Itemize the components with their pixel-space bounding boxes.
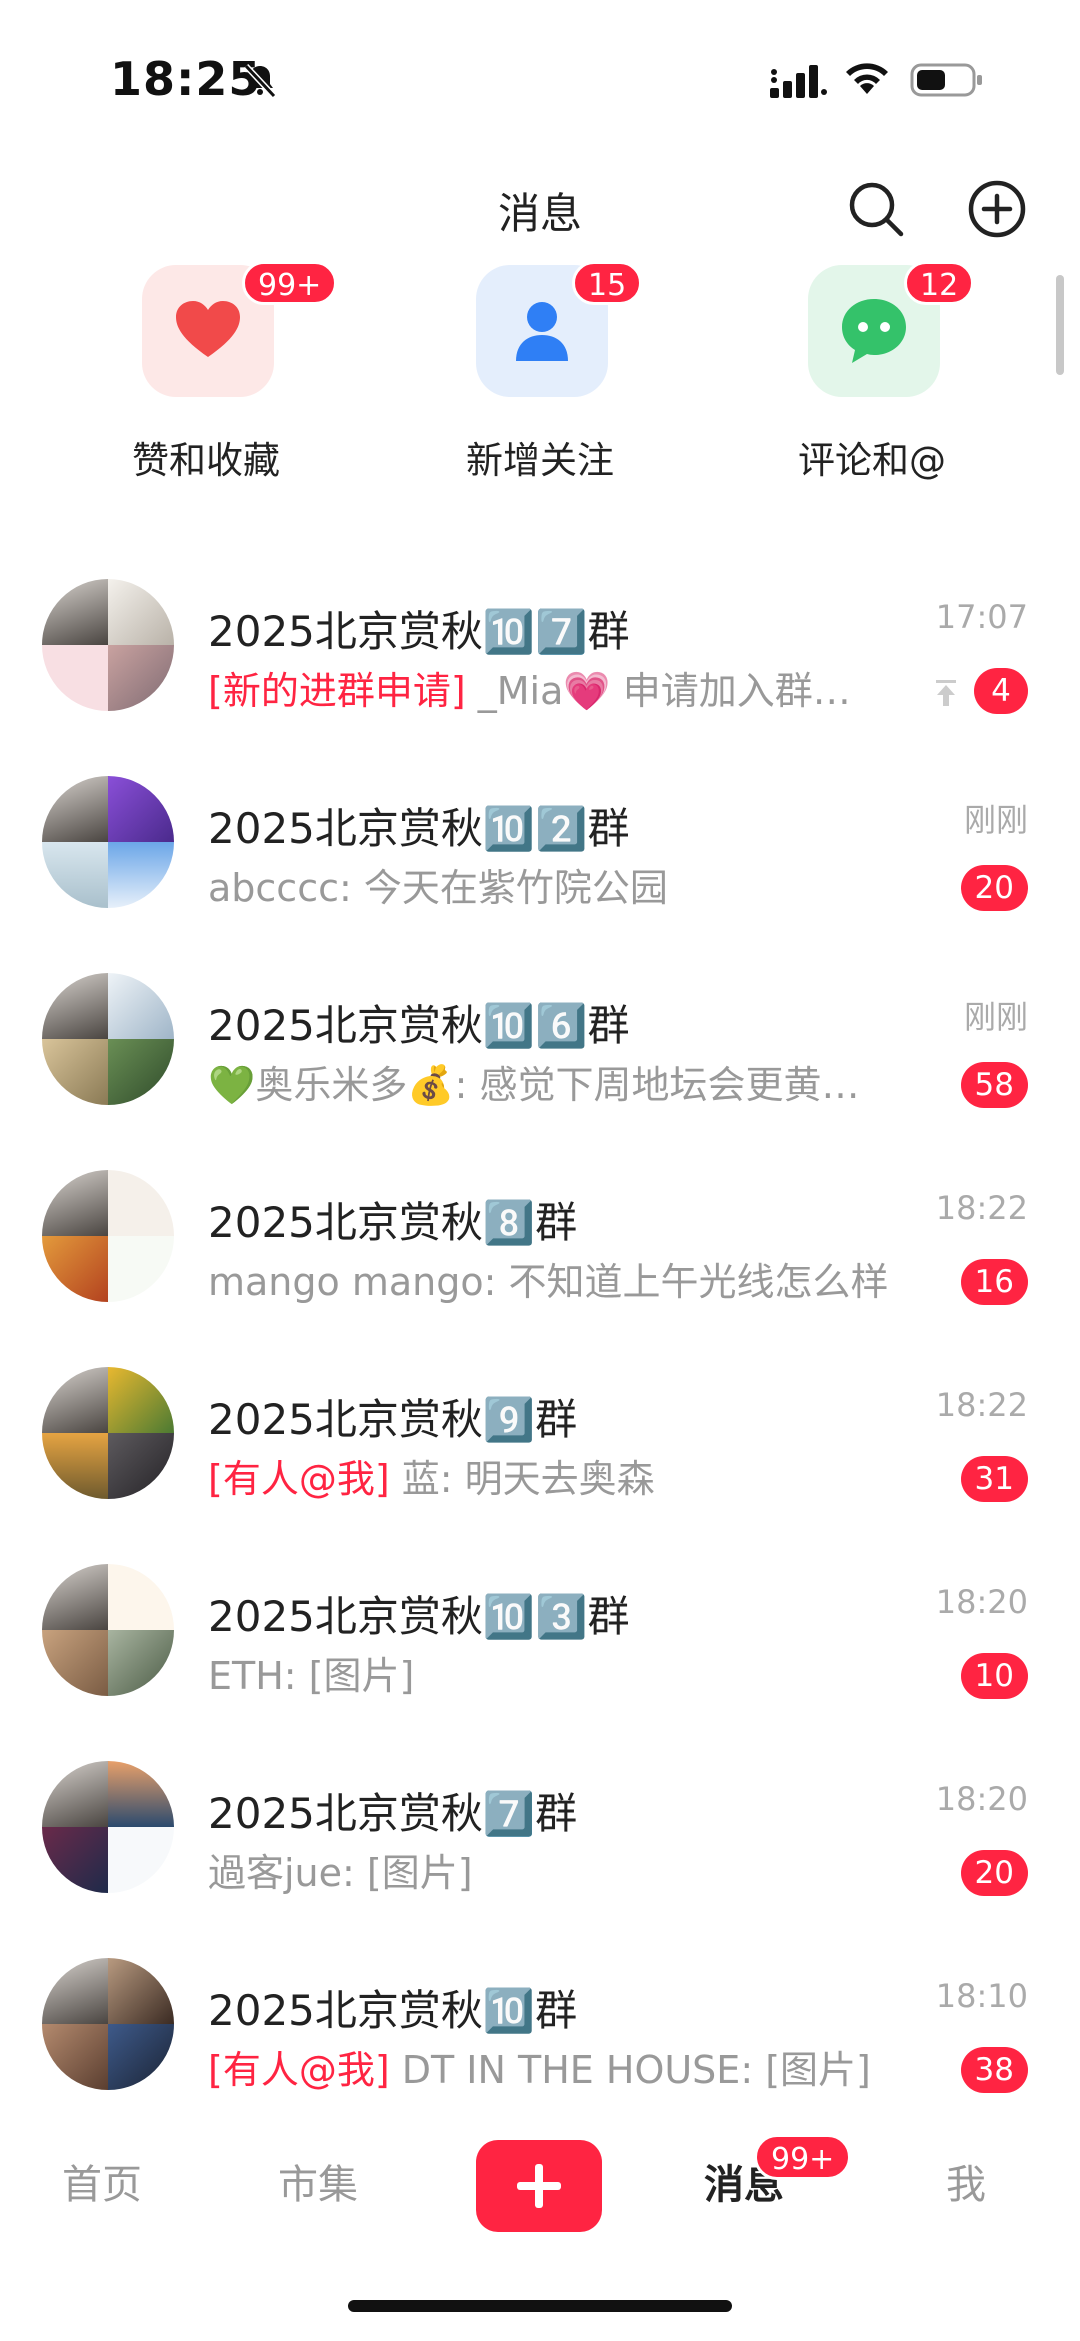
status-bar: 18:25 — [0, 0, 1080, 150]
conversation-row[interactable]: 2025北京赏秋🔟3️⃣群 ETH: [图片] 18:20 10 — [0, 1541, 1080, 1738]
conversation-preview-text: 蓝: 明天去奥森 — [401, 1457, 655, 1501]
group-avatar — [42, 1170, 174, 1302]
unread-badge: 4 — [974, 668, 1028, 714]
conversation-preview-text: 💚奥乐米多💰: 感觉下周地坛会更黄… — [208, 1063, 860, 1107]
bottom-tab-bar: 首页 市集 消息 99+ 我 — [0, 2110, 1080, 2250]
home-indicator — [348, 2300, 732, 2312]
group-avatar — [42, 1761, 174, 1893]
likes-label: 赞和收藏 — [132, 439, 280, 482]
conversation-row[interactable]: 2025北京赏秋🔟7️⃣群 [新的进群申请] _Mia💗 申请加入群… 17:0… — [0, 556, 1080, 753]
conversation-time: 18:22 — [935, 1189, 1028, 1227]
conversation-time: 18:10 — [935, 1977, 1028, 2015]
conversation-preview: 過客jue: [图片] — [208, 1842, 928, 1897]
tab-home[interactable]: 首页 — [62, 2152, 142, 2210]
comments-label: 评论和@ — [798, 439, 946, 482]
status-time: 18:25 — [110, 52, 262, 106]
conversation-time: 18:22 — [935, 1386, 1028, 1424]
page-title: 消息 — [497, 189, 582, 238]
unread-badge: 16 — [960, 1259, 1028, 1305]
conversation-time: 刚刚 — [963, 801, 1028, 839]
conversation-row[interactable]: 2025北京赏秋8️⃣群 mango mango: 不知道上午光线怎么样 18:… — [0, 1147, 1080, 1344]
conversation-title: 2025北京赏秋🔟群 — [208, 1986, 578, 2035]
conversation-row[interactable]: 2025北京赏秋🔟2️⃣群 abcccc: 今天在紫竹院公园 刚刚 20 — [0, 753, 1080, 950]
conversation-time: 18:20 — [935, 1780, 1028, 1818]
conversation-time: 18:20 — [935, 1583, 1028, 1621]
bell-muted-icon — [243, 63, 277, 99]
conversation-row[interactable]: 2025北京赏秋9️⃣群 [有人@我] 蓝: 明天去奥森 18:22 31 — [0, 1344, 1080, 1541]
person-icon — [516, 302, 568, 361]
conversation-preview-text: _Mia💗 申请加入群… — [477, 669, 851, 713]
unread-badge: 31 — [960, 1456, 1028, 1502]
conversation-preview: [有人@我] 蓝: 明天去奥森 — [208, 1448, 928, 1503]
group-avatar — [42, 776, 174, 908]
conversation-title: 2025北京赏秋9️⃣群 — [208, 1395, 578, 1444]
conversation-time: 刚刚 — [963, 998, 1028, 1036]
scrollbar[interactable] — [1056, 275, 1064, 375]
group-avatar — [42, 1958, 174, 2090]
quick-entry-likes[interactable]: 99+ 赞和收藏 — [86, 261, 338, 495]
conversation-title: 2025北京赏秋7️⃣群 — [208, 1789, 578, 1838]
heart-icon — [176, 301, 240, 357]
conversation-preview: 💚奥乐米多💰: 感觉下周地坛会更黄… — [208, 1054, 928, 1109]
conversation-preview-text: ETH: [图片] — [208, 1654, 415, 1698]
group-avatar — [42, 973, 174, 1105]
search-icon[interactable] — [845, 178, 907, 240]
conversation-preview: abcccc: 今天在紫竹院公园 — [208, 857, 928, 912]
messages-tab-badge: 99+ — [754, 2134, 852, 2180]
comments-badge: 12 — [904, 261, 975, 305]
conversation-title: 2025北京赏秋🔟3️⃣群 — [208, 1592, 630, 1641]
unread-badge: 20 — [960, 1850, 1028, 1896]
conversation-row[interactable]: 2025北京赏秋7️⃣群 過客jue: [图片] 18:20 20 — [0, 1738, 1080, 1935]
cellular-signal-icon — [770, 65, 827, 98]
conversation-row[interactable]: 2025北京赏秋🔟6️⃣群 💚奥乐米多💰: 感觉下周地坛会更黄… 刚刚 58 — [0, 950, 1080, 1147]
pin-top-icon — [936, 680, 956, 706]
conversation-tag: [新的进群申请] — [208, 669, 466, 713]
conversation-preview: mango mango: 不知道上午光线怎么样 — [208, 1251, 928, 1306]
conversation-preview-text: mango mango: 不知道上午光线怎么样 — [208, 1260, 889, 1304]
conversation-tag: [有人@我] — [208, 1457, 390, 1501]
unread-badge: 58 — [960, 1062, 1028, 1108]
conversation-tag: [有人@我] — [208, 2048, 390, 2092]
quick-entry-comments[interactable]: 12 评论和@ — [752, 261, 992, 495]
conversation-preview: [有人@我] DT IN THE HOUSE: [图片] — [208, 2039, 928, 2094]
unread-badge: 20 — [960, 865, 1028, 911]
create-post-button[interactable] — [476, 2140, 602, 2232]
add-circle-icon[interactable] — [966, 178, 1028, 240]
chat-bubble-icon — [842, 299, 906, 363]
conversation-row[interactable]: 2025北京赏秋🔟群 [有人@我] DT IN THE HOUSE: [图片] … — [0, 1935, 1080, 2132]
quick-entry-followers[interactable]: 15 新增关注 — [420, 261, 660, 495]
conversation-title: 2025北京赏秋8️⃣群 — [208, 1198, 578, 1247]
battery-icon — [910, 63, 982, 97]
group-avatar — [42, 579, 174, 711]
tab-market[interactable]: 市集 — [278, 2152, 358, 2210]
conversation-title: 2025北京赏秋🔟7️⃣群 — [208, 607, 630, 656]
conversation-title: 2025北京赏秋🔟6️⃣群 — [208, 1001, 630, 1050]
followers-label: 新增关注 — [466, 439, 614, 482]
conversation-preview-text: abcccc: 今天在紫竹院公园 — [208, 866, 668, 910]
group-avatar — [42, 1367, 174, 1499]
conversation-preview-text: 過客jue: [图片] — [208, 1851, 473, 1895]
conversation-title: 2025北京赏秋🔟2️⃣群 — [208, 804, 630, 853]
conversation-preview: [新的进群申请] _Mia💗 申请加入群… — [208, 660, 928, 715]
plus-icon — [517, 2164, 561, 2208]
likes-badge: 99+ — [242, 261, 338, 305]
conversation-preview: ETH: [图片] — [208, 1645, 928, 1700]
tab-me[interactable]: 我 — [946, 2152, 986, 2210]
unread-badge: 38 — [960, 2047, 1028, 2093]
followers-badge: 15 — [572, 261, 643, 305]
unread-badge: 10 — [960, 1653, 1028, 1699]
wifi-icon — [846, 63, 888, 94]
group-avatar — [42, 1564, 174, 1696]
conversation-time: 17:07 — [935, 598, 1028, 636]
conversation-preview-text: DT IN THE HOUSE: [图片] — [401, 2048, 871, 2092]
